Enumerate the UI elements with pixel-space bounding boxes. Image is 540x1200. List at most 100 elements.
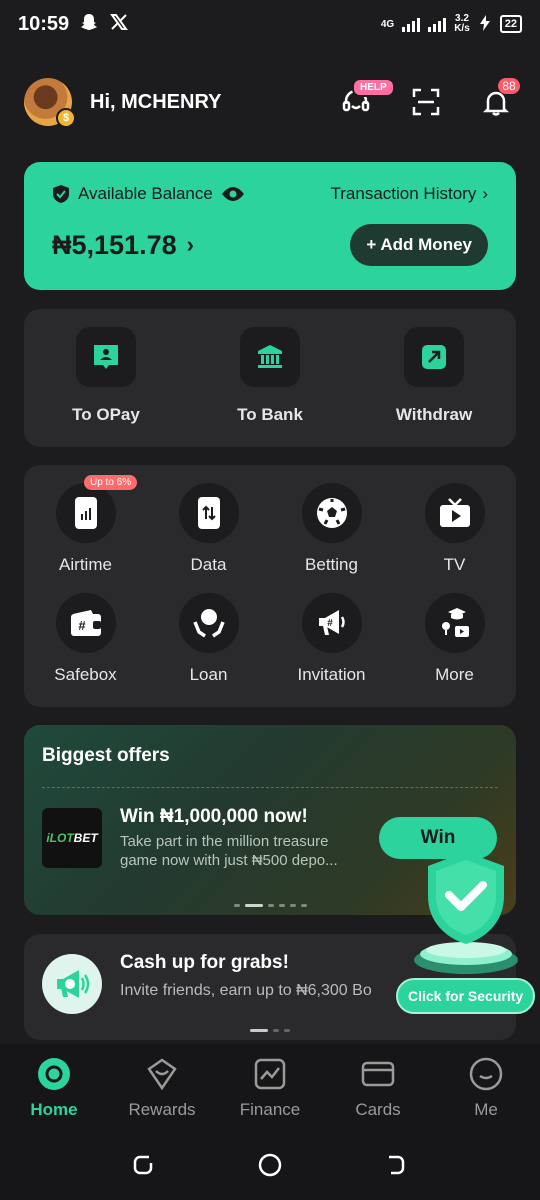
nav-label: Rewards (128, 1100, 196, 1119)
offers-title: Biggest offers (42, 745, 170, 766)
service-safebox[interactable]: # Safebox (24, 593, 147, 685)
nav-home[interactable]: Home (4, 1056, 104, 1120)
x-logo-icon (109, 12, 129, 37)
megaphone-icon (42, 954, 102, 1014)
person-chat-icon (76, 327, 136, 387)
offers-divider (42, 787, 498, 788)
to-bank-button[interactable]: To Bank (200, 327, 340, 447)
balance-label-group: Available Balance (52, 184, 245, 204)
balance-amount-group[interactable]: ₦5,151.78 › (52, 230, 194, 261)
security-button[interactable]: Click for Security (396, 978, 536, 1014)
avatar[interactable]: $ (24, 78, 76, 128)
offer-text: Win ₦1,000,000 now! Take part in the mil… (120, 806, 365, 870)
home-system-button[interactable] (257, 1152, 283, 1183)
promo-badge: Up to 6% (84, 475, 138, 490)
nav-label: Cards (355, 1100, 401, 1119)
balance-label: Available Balance (78, 184, 213, 203)
balance-row-top: Available Balance Transaction History › (52, 184, 488, 204)
service-label: Invitation (297, 665, 366, 684)
bottom-nav: Home Rewards Finance Cards Me (0, 1044, 540, 1134)
rewards-icon (144, 1056, 180, 1092)
svg-text:#: # (78, 618, 86, 633)
nav-label: Home (30, 1100, 78, 1119)
pager-dot (284, 1029, 290, 1032)
status-left: 10:59 (18, 12, 129, 37)
offer-description: Take part in the million treasure game n… (120, 833, 338, 869)
balance-amount: ₦5,151.78 (52, 229, 177, 260)
service-betting[interactable]: Betting (270, 483, 393, 575)
nav-finance[interactable]: Finance (220, 1056, 320, 1120)
nav-label: Me (474, 1100, 498, 1119)
service-data[interactable]: Data (147, 483, 270, 575)
balance-row-bottom: ₦5,151.78 › + Add Money (52, 224, 488, 266)
service-more[interactable]: More (393, 593, 516, 685)
back-button[interactable] (385, 1153, 409, 1182)
hands-coin-icon (178, 593, 239, 653)
signal-icon (402, 16, 421, 32)
transaction-history-link[interactable]: Transaction History › (331, 184, 488, 204)
service-label: Data (190, 555, 227, 574)
help-button[interactable]: HELP (336, 78, 395, 122)
service-invitation[interactable]: # Invitation (270, 593, 393, 685)
service-loan[interactable]: Loan (147, 593, 270, 685)
logo-text-b: BET (73, 831, 98, 845)
pager-dot-active (250, 1029, 268, 1032)
status-time: 10:59 (18, 12, 70, 35)
help-badge: HELP (352, 78, 395, 97)
coin-badge-icon: $ (56, 108, 76, 128)
circle-home-icon (258, 1153, 282, 1176)
add-money-button[interactable]: + Add Money (350, 224, 488, 266)
finance-chart-icon (252, 1056, 288, 1092)
eye-icon[interactable] (221, 186, 245, 202)
to-opay-button[interactable]: To OPay (36, 327, 176, 447)
withdraw-label: Withdraw (395, 405, 473, 424)
nav-me[interactable]: Me (436, 1056, 536, 1120)
soccer-ball-icon (301, 483, 362, 543)
header-icons: HELP 88 (336, 78, 520, 122)
phone-data-icon (178, 483, 239, 543)
pager-dot (267, 904, 274, 907)
back-icon (389, 1155, 405, 1174)
more-apps-icon (424, 593, 485, 653)
balance-card: Available Balance Transaction History › … (24, 162, 516, 290)
notifications-button[interactable]: 88 (476, 78, 520, 122)
to-opay-label: To OPay (72, 405, 140, 424)
battery-level: 22 (499, 15, 522, 33)
pager-dot (273, 1029, 279, 1032)
nav-rewards[interactable]: Rewards (112, 1056, 212, 1120)
status-bar: 10:59 4G 3.2 K/s 22 (0, 0, 540, 48)
home-icon (36, 1056, 72, 1092)
to-bank-label: To Bank (237, 405, 303, 424)
nav-cards[interactable]: Cards (328, 1056, 428, 1120)
pager-dot (233, 904, 240, 907)
pager-dot-active (244, 904, 263, 907)
ilotbet-logo: iLOT BET (42, 808, 102, 868)
service-tv[interactable]: TV (393, 483, 516, 575)
greeting: Hi, MCHENRY (90, 90, 222, 113)
nav-label: Finance (239, 1100, 301, 1119)
withdraw-button[interactable]: Withdraw (364, 327, 504, 447)
status-right: 4G 3.2 K/s 22 (381, 14, 522, 34)
speed-unit: K/s (454, 23, 470, 34)
snapchat-icon (79, 12, 99, 37)
cash-description: Invite friends, earn up to ₦6,300 Bo (120, 982, 372, 999)
cash-headline: Cash up for grabs! (120, 952, 289, 973)
me-icon (468, 1056, 504, 1092)
header: $ Hi, MCHENRY HELP 88 (24, 76, 520, 128)
offer-headline: Win ₦1,000,000 now! (120, 806, 308, 827)
recents-icon (133, 1155, 153, 1174)
services-grid: Up to 6% Airtime Data Betting TV # Safeb… (24, 475, 516, 685)
svg-text:#: # (327, 618, 333, 629)
security-widget[interactable]: Click for Security (396, 850, 536, 1016)
services-card: Up to 6% Airtime Data Betting TV # Safeb… (24, 465, 516, 707)
withdraw-arrow-icon (404, 327, 464, 387)
service-label: TV (443, 555, 466, 574)
logo-text-a: iLOT (46, 831, 74, 845)
wallet-icon: # (55, 593, 116, 653)
transfer-card: To OPay To Bank Withdraw (24, 309, 516, 447)
bank-icon (240, 327, 300, 387)
recent-apps-button[interactable] (131, 1153, 155, 1182)
scan-button[interactable] (406, 82, 446, 122)
charging-icon (478, 14, 492, 34)
service-airtime[interactable]: Up to 6% Airtime (24, 475, 147, 575)
